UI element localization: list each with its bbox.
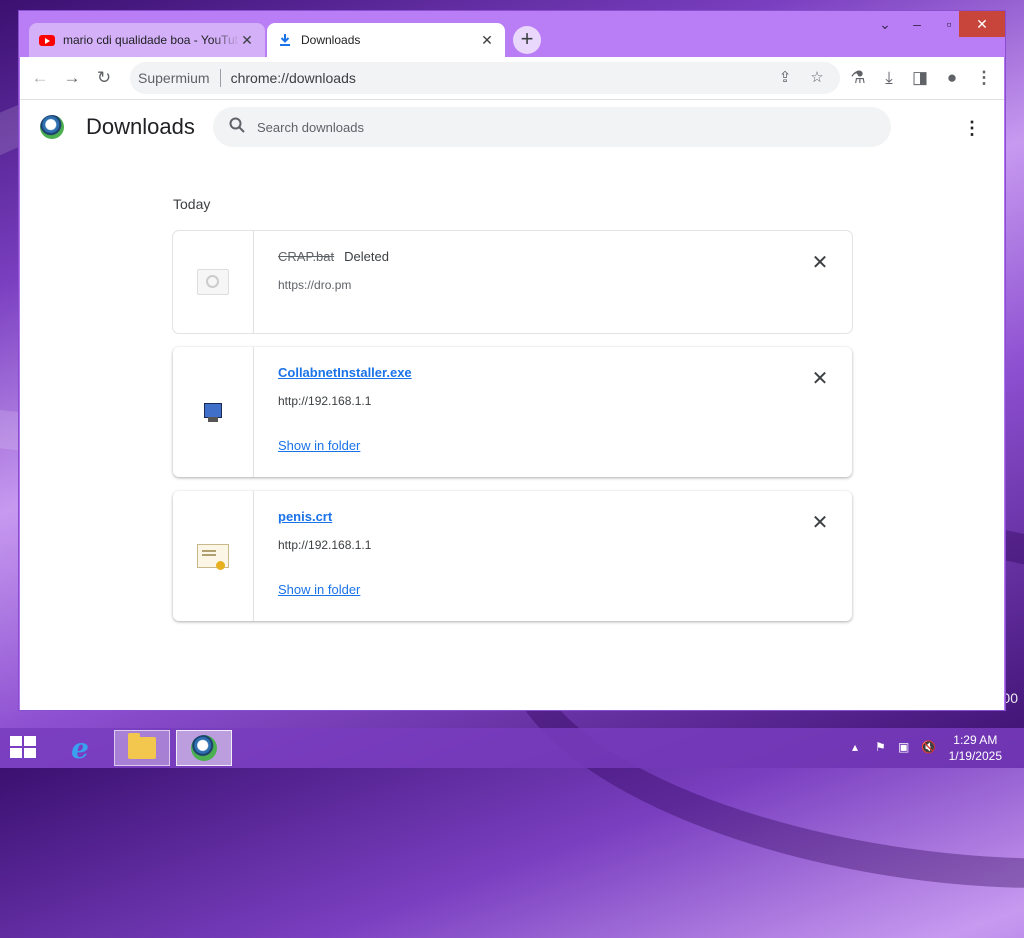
show-hidden-icons-icon[interactable]: ▴ xyxy=(852,740,858,754)
clock-time: 1:29 AM xyxy=(953,733,998,747)
omnibox-divider xyxy=(219,69,221,87)
network-icon[interactable]: ▣ xyxy=(898,740,909,754)
back-button[interactable]: ← xyxy=(26,64,54,92)
section-date-label: Today xyxy=(173,196,211,212)
tab-title: Downloads xyxy=(301,33,361,47)
close-tab-icon[interactable]: ✕ xyxy=(239,32,255,48)
browser-toolbar: ← → ↻ Supermium chrome://downloads ⇪ ☆ ⚗… xyxy=(20,57,1004,100)
remove-download-button[interactable]: ✕ xyxy=(808,251,832,275)
supermium-taskbar-icon[interactable] xyxy=(176,730,232,766)
download-status: Deleted xyxy=(344,249,389,264)
extensions-icon[interactable]: ⚗ xyxy=(844,64,872,92)
downloads-toolbar-icon[interactable]: ⤓ xyxy=(875,64,903,92)
downloads-page: Downloads ⋮ Today CRAP.bat Deleted https:… xyxy=(20,100,1004,710)
download-icon xyxy=(277,32,293,48)
minimize-button[interactable]: – xyxy=(901,11,933,37)
tab-strip: mario cdi qualidade boa - YouTube ✕ Down… xyxy=(19,11,1005,57)
file-name-link[interactable]: penis.crt xyxy=(278,509,332,524)
close-window-button[interactable]: ✕ xyxy=(959,11,1005,37)
tab-title: mario cdi qualidade boa - YouTube xyxy=(63,33,239,47)
side-panel-icon[interactable]: ◨ xyxy=(906,64,934,92)
search-input[interactable] xyxy=(257,119,857,135)
start-button[interactable] xyxy=(10,736,38,760)
omnibox-site-label: Supermium xyxy=(138,70,210,86)
download-item: penis.crt http://192.168.1.1 Show in fol… xyxy=(173,491,852,621)
exe-file-icon xyxy=(202,401,224,423)
remove-download-button[interactable]: ✕ xyxy=(808,511,832,535)
file-name: CRAP.bat xyxy=(278,249,335,264)
new-tab-button[interactable]: + xyxy=(513,26,541,54)
forward-button[interactable]: → xyxy=(58,64,86,92)
show-in-folder-link[interactable]: Show in folder xyxy=(278,438,360,453)
address-bar[interactable]: Supermium chrome://downloads ⇪ ☆ xyxy=(130,62,840,94)
close-tab-icon[interactable]: ✕ xyxy=(479,32,495,48)
omnibox-url[interactable]: chrome://downloads xyxy=(231,70,356,86)
search-icon xyxy=(217,117,257,138)
clock-date: 1/19/2025 xyxy=(948,749,1002,763)
clock[interactable]: 1:29 AM 1/19/2025 xyxy=(949,732,1002,764)
file-name-link[interactable]: CollabnetInstaller.exe xyxy=(278,365,412,380)
action-center-flag-icon[interactable]: ⚑ xyxy=(875,740,886,754)
search-bar[interactable] xyxy=(213,107,891,147)
volume-muted-icon[interactable]: 🔇 xyxy=(921,740,936,754)
taskbar: e ▴ ⚑ ▣ 🔇 1:29 AM 1/19/2025 xyxy=(0,728,1024,768)
tab-search-chevron-icon[interactable]: ⌄ xyxy=(869,11,901,37)
download-details: CRAP.bat Deleted https://dro.pm xyxy=(278,249,792,292)
download-details: CollabnetInstaller.exe http://192.168.1.… xyxy=(278,365,792,453)
reload-button[interactable]: ↻ xyxy=(90,64,118,92)
download-details: penis.crt http://192.168.1.1 Show in fol… xyxy=(278,509,792,597)
source-url[interactable]: http://192.168.1.1 xyxy=(278,394,792,408)
page-title: Downloads xyxy=(86,114,195,139)
downloads-menu-icon[interactable]: ⋮ xyxy=(960,116,984,140)
show-in-folder-link[interactable]: Show in folder xyxy=(278,582,360,597)
download-item: CollabnetInstaller.exe http://192.168.1.… xyxy=(173,347,852,477)
youtube-icon xyxy=(39,32,55,48)
internet-explorer-icon[interactable]: e xyxy=(52,730,108,766)
certificate-file-icon xyxy=(197,544,229,570)
profile-avatar-icon[interactable]: ● xyxy=(938,64,966,92)
file-explorer-icon[interactable] xyxy=(114,730,170,766)
deleted-file-icon xyxy=(197,269,229,295)
download-item: CRAP.bat Deleted https://dro.pm ✕ xyxy=(173,231,852,333)
tab-downloads[interactable]: Downloads ✕ xyxy=(267,23,505,57)
source-url[interactable]: https://dro.pm xyxy=(278,278,792,292)
bookmark-star-icon[interactable]: ☆ xyxy=(805,66,829,90)
source-url[interactable]: http://192.168.1.1 xyxy=(278,538,792,552)
downloads-header: Downloads ⋮ xyxy=(20,100,1004,156)
file-icon-column xyxy=(173,231,254,333)
browser-menu-icon[interactable]: ⋮ xyxy=(970,64,998,92)
file-icon-column xyxy=(173,491,254,621)
browser-window: mario cdi qualidade boa - YouTube ✕ Down… xyxy=(18,10,1006,711)
remove-download-button[interactable]: ✕ xyxy=(808,367,832,391)
tab-youtube[interactable]: mario cdi qualidade boa - YouTube ✕ xyxy=(29,23,265,57)
file-icon-column xyxy=(173,347,254,477)
supermium-logo-icon xyxy=(40,115,64,139)
share-icon[interactable]: ⇪ xyxy=(773,66,797,90)
